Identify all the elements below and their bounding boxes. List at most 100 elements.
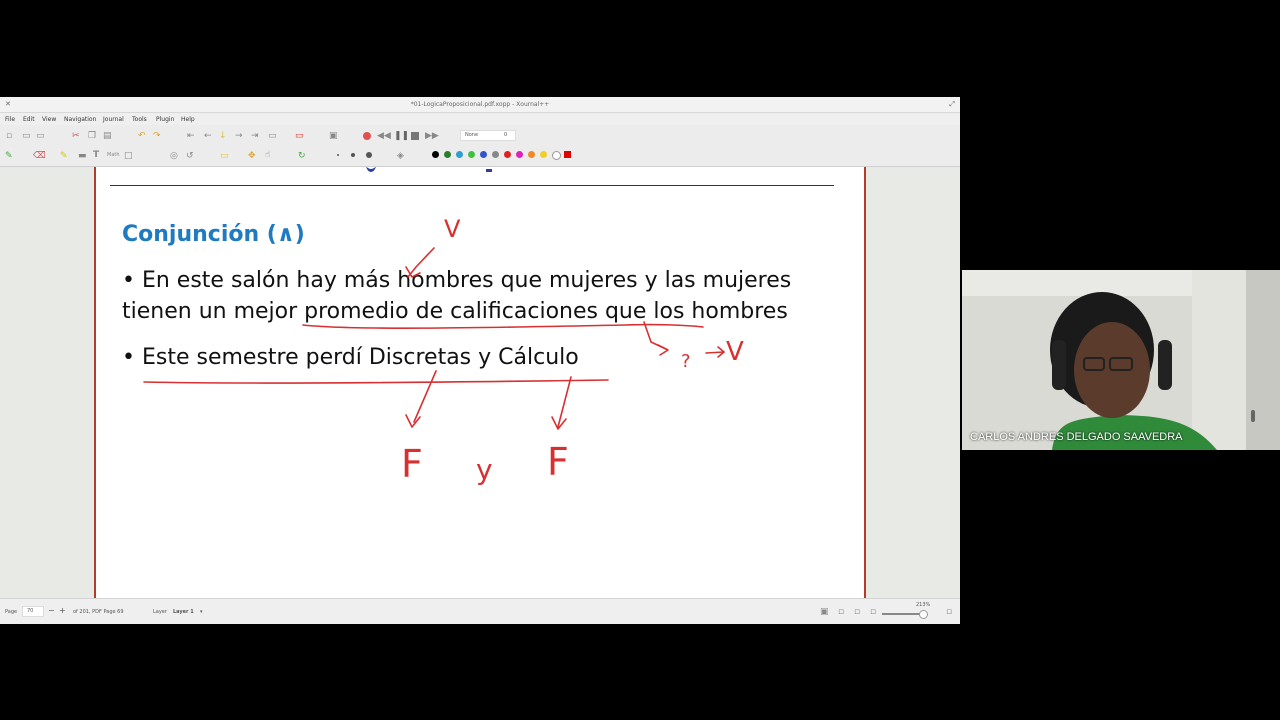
fullscreen-icon[interactable]: ▣ xyxy=(329,131,338,141)
pause-icon[interactable]: ❚❚ xyxy=(394,131,409,141)
color-swatch[interactable] xyxy=(540,151,547,158)
previous-page-icon[interactable]: ← xyxy=(204,131,212,141)
menu-edit[interactable]: Edit xyxy=(23,116,35,123)
fine-size-icon[interactable] xyxy=(337,154,339,156)
menu-file[interactable]: File xyxy=(5,116,15,123)
ink-underline-1 xyxy=(302,323,704,329)
ink-arrow-2 xyxy=(643,321,667,350)
single-page-icon[interactable]: ▣ xyxy=(820,607,829,617)
camera-feed xyxy=(962,270,1280,450)
ink-arrowhead-4 xyxy=(405,414,421,428)
menu-journal[interactable]: Journal xyxy=(103,116,124,123)
title-bar: ✕ *01-LogicaProposicional.pdf.xopp - Xou… xyxy=(0,97,960,113)
zoom-select-number: 0 xyxy=(504,132,508,138)
ink-underline-2 xyxy=(143,379,609,384)
main-toolbar: ▫ ▭ ▭ ✂ ❐ ▤ ↶ ↷ ⇤ ← ↓ → ⇥ ▭ ▭ ▣ ◀◀ ❚❚ ▶▶… xyxy=(0,126,960,145)
color-swatch[interactable] xyxy=(528,151,535,158)
ink-arrow-4 xyxy=(413,370,437,423)
fast-forward-icon[interactable]: ▶▶ xyxy=(425,131,439,141)
highlighter-icon[interactable]: ✎ xyxy=(60,151,68,161)
color-swatch[interactable] xyxy=(516,151,523,158)
stop-icon[interactable] xyxy=(411,132,419,140)
color-swatch[interactable] xyxy=(444,151,451,158)
thick-size-icon[interactable] xyxy=(366,152,372,158)
open-icon[interactable]: ▭ xyxy=(22,131,31,141)
layer-label: Layer xyxy=(153,609,167,615)
ink-annotations[interactable]: V V ? F y F xyxy=(96,167,864,598)
zoom-select[interactable]: None 0 xyxy=(460,130,516,141)
pen-icon[interactable]: ✎ xyxy=(5,151,13,161)
two-page-icon[interactable]: ▫ xyxy=(838,607,844,617)
tools-toolbar: ✎ ⌫ ✎ ▬ T Math □ ◎ ↺ ▭ ✥ ☝ ↻ ◈ xyxy=(0,146,960,167)
fill-icon[interactable]: ◈ xyxy=(397,151,404,161)
layer-dropdown-icon[interactable]: ▾ xyxy=(200,609,203,615)
color-swatch[interactable] xyxy=(504,151,511,158)
document-page[interactable]: Conjunción (∧) • En este salón hay más h… xyxy=(94,167,866,598)
ink-mark-f-1: F xyxy=(401,442,423,486)
page-info: of 201, PDF Page 69 xyxy=(73,609,124,615)
undo-icon[interactable]: ↶ xyxy=(138,131,146,141)
select-region-icon[interactable]: ✥ xyxy=(248,151,256,161)
window-title: *01-LogicaProposicional.pdf.xopp - Xourn… xyxy=(410,101,550,108)
hand-icon[interactable]: ☝ xyxy=(265,150,270,160)
ink-mark-f-2: F xyxy=(547,440,569,484)
menu-bar: File Edit View Navigation Journal Tools … xyxy=(0,113,960,125)
cut-icon[interactable]: ✂ xyxy=(72,131,80,141)
color-swatch[interactable] xyxy=(492,151,499,158)
fit-icon[interactable]: ▫ xyxy=(870,607,876,617)
color-swatch[interactable] xyxy=(480,151,487,158)
last-page-icon[interactable]: ⇥ xyxy=(251,131,259,141)
delete-page-icon[interactable]: ▭ xyxy=(295,131,304,141)
zoom-fit-icon[interactable]: ▫ xyxy=(946,607,952,617)
ink-arrow-5 xyxy=(557,376,572,428)
menu-help[interactable]: Help xyxy=(181,116,195,123)
color-swatch[interactable] xyxy=(564,151,571,158)
menu-tools[interactable]: Tools xyxy=(132,116,147,123)
menu-view[interactable]: View xyxy=(42,116,56,123)
new-icon[interactable]: ▫ xyxy=(6,131,12,141)
document-workspace[interactable]: Conjunción (∧) • En este salón hay más h… xyxy=(0,167,960,598)
ink-mark-question: ? xyxy=(681,351,691,372)
menu-plugin[interactable]: Plugin xyxy=(156,116,174,123)
paste-icon[interactable]: ▤ xyxy=(103,131,112,141)
goto-page-icon[interactable]: ↓ xyxy=(219,131,227,141)
color-swatch[interactable] xyxy=(432,151,439,158)
copy-icon[interactable]: ❐ xyxy=(88,131,96,141)
eraser-icon[interactable]: ⌫ xyxy=(33,151,46,161)
vertical-space-icon[interactable]: ↺ xyxy=(186,151,194,161)
redo-icon[interactable]: ↷ xyxy=(153,131,161,141)
image-icon[interactable]: ▬ xyxy=(78,151,87,161)
zoom-level: 213% xyxy=(916,602,931,608)
page-label: Page xyxy=(5,609,18,615)
select-icon[interactable]: ◎ xyxy=(170,151,178,161)
next-page-icon[interactable]: → xyxy=(235,131,243,141)
save-icon[interactable]: ▭ xyxy=(36,131,45,141)
latex-icon[interactable]: Math xyxy=(107,150,120,160)
first-page-icon[interactable]: ⇤ xyxy=(187,131,195,141)
color-swatch[interactable] xyxy=(468,151,475,158)
status-bar: Page 70 − + of 201, PDF Page 69 Layer La… xyxy=(0,598,960,624)
medium-size-icon[interactable] xyxy=(351,153,355,157)
xournal-window: ✕ *01-LogicaProposicional.pdf.xopp - Xou… xyxy=(0,97,960,624)
page-increment-button[interactable]: + xyxy=(59,606,66,615)
insert-page-icon[interactable]: ▭ xyxy=(268,131,277,141)
layer-select[interactable]: Layer 1 xyxy=(173,609,194,615)
ink-arrow-3 xyxy=(705,351,725,354)
color-swatch[interactable] xyxy=(552,151,561,160)
record-icon[interactable] xyxy=(363,132,371,140)
maximize-icon[interactable]: ⤢ xyxy=(949,100,955,109)
select-rect-icon[interactable]: ▭ xyxy=(220,151,229,161)
zoom-slider-handle[interactable] xyxy=(919,610,928,619)
rewind-icon[interactable]: ◀◀ xyxy=(377,131,391,141)
page-decrement-button[interactable]: − xyxy=(48,606,55,615)
color-swatch[interactable] xyxy=(456,151,463,158)
zoom-slider-fill xyxy=(882,613,922,615)
menu-navigation[interactable]: Navigation xyxy=(64,116,96,123)
ink-mark-v-2: V xyxy=(726,337,744,367)
layout-icon[interactable]: ▫ xyxy=(854,607,860,617)
shape-icon[interactable]: □ xyxy=(124,151,133,161)
text-icon[interactable]: T xyxy=(93,150,99,160)
refresh-icon[interactable]: ↻ xyxy=(298,151,306,161)
ink-arrow-1 xyxy=(407,247,435,278)
page-number-input[interactable]: 70 xyxy=(22,606,44,617)
